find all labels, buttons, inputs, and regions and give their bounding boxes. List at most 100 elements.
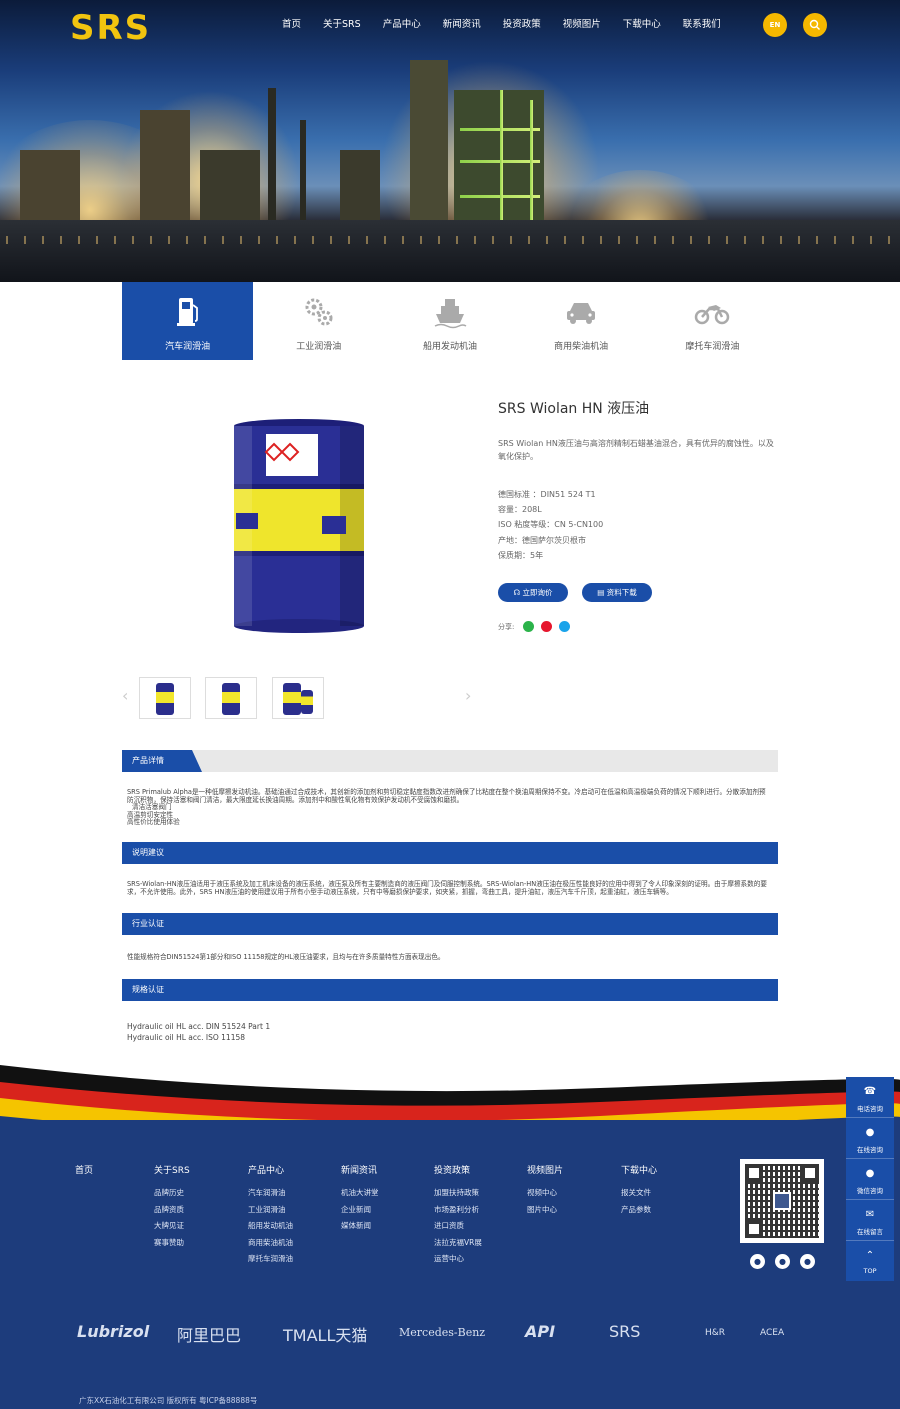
spec-shelf-life: 保质期：5年	[498, 550, 544, 560]
logo[interactable]: SRS	[70, 8, 151, 48]
footer-link[interactable]: 汽车润滑油	[248, 1185, 293, 1202]
footer-link[interactable]: 图片中心	[527, 1202, 563, 1219]
detail-text: SRS Primalub Alpha是一种低摩擦发动机油。基础油通过合成技术，其…	[127, 788, 766, 827]
nav-item-contact[interactable]: 联系我们	[683, 16, 721, 30]
footer-link[interactable]: 报关文件	[621, 1185, 657, 1202]
thumb-next-arrow[interactable]: ›	[465, 686, 471, 705]
search-button[interactable]	[803, 13, 827, 37]
sidebar-message[interactable]: ✉ 在线留言	[846, 1200, 894, 1241]
footer-link[interactable]: 进口资质	[434, 1218, 482, 1235]
footer-link[interactable]: 品牌资质	[154, 1202, 190, 1219]
partner-lubrizol-logo: Lubrizol	[77, 1322, 150, 1341]
tab-label: 摩托车润滑油	[685, 342, 740, 352]
thumbnail[interactable]	[272, 677, 324, 719]
fuel-pump-icon	[176, 298, 198, 326]
nav-item-downloads[interactable]: 下载中心	[623, 16, 661, 30]
footer-link[interactable]: 运营中心	[434, 1251, 482, 1268]
footer-weibo-icon[interactable]: ●	[800, 1254, 815, 1269]
spec-origin: 产地：德国萨尔茨贝根市	[498, 535, 586, 545]
usage-text: SRS-Wiolan-HN液压油适用于液压系统及加工机床设备的液压系统，液压泵及…	[127, 880, 767, 896]
footer-link[interactable]: 媒体新闻	[341, 1218, 379, 1235]
footer-heading[interactable]: 视频图片	[527, 1163, 563, 1176]
footer-link[interactable]: 企业新闻	[341, 1202, 379, 1219]
spec-standard: 德国标准 ：DIN51 524 T1	[498, 490, 596, 499]
footer-link[interactable]: 产品参数	[621, 1202, 657, 1219]
footer-heading[interactable]: 投资政策	[434, 1163, 482, 1176]
weibo-share-icon[interactable]	[541, 621, 552, 632]
inquiry-button[interactable]: ☊ 立即询价	[498, 583, 568, 602]
footer-link[interactable]: 工业润滑油	[248, 1202, 293, 1219]
footer-heading[interactable]: 关于SRS	[154, 1163, 190, 1176]
nav-item-products[interactable]: 产品中心	[383, 16, 421, 30]
partner-hr-logo: H&R	[705, 1328, 726, 1338]
gears-icon	[305, 298, 333, 326]
nav-item-home[interactable]: 首页	[282, 16, 301, 30]
footer-col-home: 首页	[75, 1163, 93, 1185]
footer-col-investment: 投资政策 加盟扶持政策 市场盈利分析 进口资质 法拉克福VR展 运营中心	[434, 1163, 482, 1268]
product-image	[234, 419, 364, 633]
section-usage-header: 说明建议	[122, 842, 778, 864]
footer-link[interactable]: 船用发动机油	[248, 1218, 293, 1235]
specs-text: Hydraulic oil HL acc. DIN 51524 Part 1 H…	[127, 1022, 271, 1042]
spec-capacity: 容量：208L	[498, 505, 542, 515]
footer-link[interactable]: 赛事赞助	[154, 1235, 190, 1252]
footer-link[interactable]: 加盟扶持政策	[434, 1185, 482, 1202]
footer-link[interactable]: 法拉克福VR展	[434, 1235, 482, 1252]
footer-link[interactable]: 商用柴油机油	[248, 1235, 293, 1252]
nav-item-news[interactable]: 新闻资讯	[443, 16, 481, 30]
tab-industrial[interactable]: 工业润滑油	[253, 282, 384, 360]
footer-link[interactable]: 大牌见证	[154, 1218, 190, 1235]
partner-api-logo: API	[525, 1322, 556, 1341]
partner-acea-logo: ACEA	[760, 1328, 785, 1338]
tab-motorcycle[interactable]: 摩托车润滑油	[647, 282, 778, 360]
tab-commercial-diesel[interactable]: 商用柴油机油	[516, 282, 647, 360]
footer-wechat-icon[interactable]: ●	[750, 1254, 765, 1269]
footer-qq-icon[interactable]: ●	[775, 1254, 790, 1269]
message-icon: ✉	[865, 1209, 875, 1220]
spec-viscosity: ISO 粘度等级：CN 5-CN100	[498, 520, 604, 530]
footer-heading[interactable]: 产品中心	[248, 1163, 293, 1176]
partner-srs-logo: SRS	[609, 1322, 641, 1341]
thumbnail[interactable]	[205, 677, 257, 719]
qq-share-icon[interactable]	[559, 621, 570, 632]
main-nav: 首页 关于SRS 产品中心 新闻资讯 投资政策 视频图片 下载中心 联系我们	[282, 16, 743, 30]
tab-automotive[interactable]: 汽车润滑油	[122, 282, 254, 360]
sidebar-top[interactable]: ⌃ TOP	[846, 1241, 894, 1282]
ship-icon	[434, 299, 467, 329]
footer-link[interactable]: 品牌历史	[154, 1185, 190, 1202]
qr-code	[740, 1159, 824, 1243]
footer-link[interactable]: 市场盈利分析	[434, 1202, 482, 1219]
download-button[interactable]: ▤ 资料下载	[582, 583, 652, 602]
footer-heading[interactable]: 新闻资讯	[341, 1163, 379, 1176]
tab-label: 工业润滑油	[296, 342, 342, 352]
tab-marine[interactable]: 船用发动机油	[384, 282, 515, 360]
partner-logos: Lubrizol 阿里巴巴 TMALL天猫 Mercedes-Benz API …	[77, 1322, 827, 1352]
footer-link[interactable]: 摩托车润滑油	[248, 1251, 293, 1268]
phone-icon: ☎	[863, 1086, 877, 1097]
sidebar-phone[interactable]: ☎ 电话咨询	[846, 1077, 894, 1118]
thumbnail[interactable]	[139, 677, 191, 719]
footer-link[interactable]: 机油大讲堂	[341, 1185, 379, 1202]
share-label: 分享:	[498, 623, 515, 631]
section-specs-header: 规格认证	[122, 979, 778, 1001]
wechat-share-icon[interactable]	[523, 621, 534, 632]
printer-icon: ▤	[597, 588, 607, 597]
arrow-up-icon: ⌃	[865, 1250, 875, 1261]
sidebar-wechat[interactable]: ● 微信咨询	[846, 1159, 894, 1200]
nav-item-media[interactable]: 视频图片	[563, 16, 601, 30]
category-tabs: 汽车润滑油 工业润滑油 船用发动机油 商用柴油机油 摩托车润滑油	[122, 282, 778, 360]
product-description: SRS Wiolan HN液压油与高溶剂精制石蜡基油混合，具有优异的腐蚀性。以及…	[498, 439, 774, 461]
car-icon	[567, 303, 596, 324]
nav-item-about[interactable]: 关于SRS	[323, 16, 361, 30]
lang-button[interactable]: EN	[763, 13, 787, 37]
tab-label: 汽车润滑油	[165, 342, 211, 352]
footer-col-downloads: 下载中心 报关文件 产品参数	[621, 1163, 657, 1218]
footer-heading[interactable]: 首页	[75, 1163, 93, 1176]
footer-col-news: 新闻资讯 机油大讲堂 企业新闻 媒体新闻	[341, 1163, 379, 1235]
sidebar-online[interactable]: ● 在线咨询	[846, 1118, 894, 1159]
nav-item-investment[interactable]: 投资政策	[503, 16, 541, 30]
footer-heading[interactable]: 下载中心	[621, 1163, 657, 1176]
thumb-prev-arrow[interactable]: ‹	[122, 686, 128, 705]
copyright: 广东XX石油化工有限公司 版权所有 粤ICP备88888号	[79, 1396, 258, 1405]
footer-link[interactable]: 视频中心	[527, 1185, 563, 1202]
